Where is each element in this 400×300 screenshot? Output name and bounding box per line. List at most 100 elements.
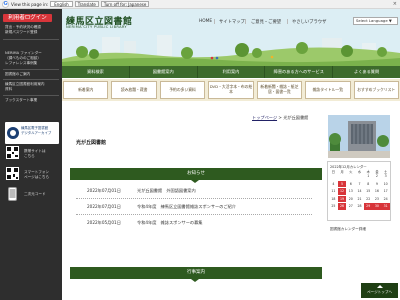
mobile-qr-code — [6, 146, 19, 159]
translate-bar: G View this page in: English Translate T… — [0, 0, 400, 9]
calendar-day: 3 — [384, 174, 387, 178]
util-link-easy-browser[interactable]: やさしいブラウザ — [292, 19, 326, 25]
qr-code-label: 二次元コード — [24, 192, 46, 196]
google-logo-icon: G — [2, 0, 9, 8]
sidebar-link-guide[interactable]: 図書館のご案内 — [5, 72, 59, 77]
calendar-grid: 1 2 3 4 5 6 7 8 9 10 11 12 13 14 15 16 17 18 19 20 21 22 23 24 2… — [329, 173, 390, 210]
nav2-dvd-large-print[interactable]: DVD・大活字本・布の絵本 — [208, 81, 254, 99]
header-landscape-image — [62, 31, 400, 66]
util-link-sitemap[interactable]: サイトマップ — [219, 19, 245, 25]
sidebar-divider — [3, 79, 59, 80]
nav2-recommended-list[interactable]: おすすめブックリスト — [353, 81, 399, 99]
calendar-day: 15 — [366, 189, 371, 193]
page-title: 光が丘図書館 — [76, 140, 107, 146]
secondary-nav: 新着案内 読み放題・蔵書 予約の多い資料 DVD・大活字本・布の絵本 新着新聞・… — [62, 79, 400, 101]
calendar-day: 8 — [367, 181, 370, 186]
calendar-day: 9 — [375, 181, 378, 186]
sidebar-link-reference[interactable]: レファレンス事例集 — [5, 61, 59, 66]
calendar-day: 2 — [375, 174, 378, 178]
sidebar-link-password[interactable]: 新規パスワード登録 — [5, 30, 59, 35]
translate-button[interactable]: Translate — [74, 1, 99, 7]
digital-archive-banner[interactable]: 練馬区電子図書館 デジタルアーカイブ — [5, 122, 59, 144]
nav-usage-guide[interactable]: 利用案内 — [198, 66, 266, 78]
login-button[interactable]: 利用者ログイン — [3, 14, 52, 22]
calendar-day: 21 — [357, 196, 362, 201]
sidebar-divider — [3, 39, 59, 40]
sidebar: 利用者ログイン 貸出・予約状況の確認 新規パスワード登録 NERIMA ファイン… — [0, 9, 62, 300]
breadcrumb-home[interactable]: トップページ — [252, 115, 277, 120]
smartphone-icon — [8, 187, 17, 201]
sidebar-divider — [3, 69, 59, 70]
calendar-day: 13 — [348, 189, 353, 193]
calendar-day: 18 — [331, 196, 336, 201]
calendar-detail-link[interactable]: 図書館カレンダー詳細 — [330, 227, 366, 232]
news-title[interactable]: 令和4年度 練馬区立図書館雑誌スポンサーのご紹介 — [137, 204, 236, 209]
news-date: 2022年07月01日 — [87, 188, 121, 193]
nav-library-guide[interactable]: 図書館案内 — [130, 66, 198, 78]
calendar-day: 1 — [367, 174, 370, 178]
util-divider — [214, 19, 215, 24]
calendar-day: 29 — [363, 203, 373, 210]
calendar-day: 19 — [337, 195, 347, 202]
nav-search[interactable]: 資料検索 — [62, 66, 130, 78]
util-divider — [287, 19, 288, 24]
util-link-feedback[interactable]: ご意見・ご要望 — [251, 19, 281, 25]
nav-accessibility-services[interactable]: 障害のある方へのサービス — [265, 66, 334, 78]
calendar-day: 26 — [337, 203, 347, 210]
news-item[interactable]: 2022年07月01日 令和4年度 練馬区立図書館雑誌スポンサーのご紹介 — [87, 204, 236, 210]
news-date: 2022年07月01日 — [87, 204, 121, 209]
calendar-day: 20 — [348, 196, 353, 201]
smartphone-here[interactable]: ページはこちら — [24, 175, 58, 180]
turn-off-button[interactable]: Turn off for: Japanese — [100, 1, 150, 7]
calendar-day: 14 — [357, 189, 362, 193]
notice-heading: お知らせ — [70, 168, 322, 183]
calendar-day: 31 — [381, 203, 390, 210]
breadcrumb-current: 光が丘図書館 — [283, 115, 309, 120]
calendar-day: 30 — [372, 203, 382, 210]
breadcrumb: トップページ > 光が丘図書館 — [252, 115, 308, 121]
sidebar-divider — [3, 95, 59, 96]
nav2-newspapers-magazines[interactable]: 新着新聞・雑誌・紙芝居・図書一覧 — [256, 81, 303, 99]
news-date: 2022年05月01日 — [87, 220, 121, 225]
mobile-site-here[interactable]: こちら — [24, 154, 58, 159]
close-icon[interactable]: × — [393, 1, 397, 7]
calendar-day: 27 — [348, 204, 353, 208]
sidebar-link-materials[interactable]: 資料 — [5, 87, 59, 92]
calendar-day: 6 — [349, 181, 352, 186]
translate-view-label: View this page in: — [11, 1, 49, 7]
news-item[interactable]: 2022年07月01日 光が丘図書館 外国語図書案内 — [87, 188, 196, 194]
events-heading: 行事案内 — [70, 267, 322, 282]
banner-archive-label: デジタルアーカイブ — [21, 130, 52, 135]
calendar-day: 23 — [374, 196, 379, 201]
news-divider — [76, 214, 312, 215]
util-link-home[interactable]: HOME — [199, 19, 212, 24]
language-select[interactable]: Select Language ▼ — [353, 17, 398, 25]
calendar-day: 10 — [383, 181, 388, 186]
nav2-most-reserved[interactable]: 予約の多い資料 — [159, 81, 206, 99]
nav-faq[interactable]: よくある質問 — [333, 66, 400, 78]
translate-language-select[interactable]: English — [50, 1, 73, 7]
nav2-new-arrivals[interactable]: 新着案内 — [63, 81, 109, 99]
news-item[interactable]: 2022年05月01日 令和4年度 雑誌スポンサーの募集 — [87, 220, 202, 226]
nav2-popular-books[interactable]: 読み放題・蔵書 — [111, 81, 157, 99]
calendar-day: 11 — [331, 189, 336, 193]
news-title[interactable]: 光が丘図書館 外国語図書案内 — [137, 188, 196, 193]
primary-nav: 資料検索 図書館案内 利用案内 障害のある方へのサービス よくある質問 — [62, 66, 400, 78]
calendar-day: 24 — [383, 196, 388, 201]
news-divider — [76, 198, 312, 199]
news-title[interactable]: 令和4年度 雑誌スポンサーの募集 — [137, 220, 202, 225]
site-header: 練馬区立図書館 NERIMA CITY PUBLIC LIBRARY HOME … — [62, 9, 400, 66]
nav2-magazine-titles[interactable]: 雑誌タイトル一覧 — [305, 81, 351, 99]
calendar-day: 5 — [337, 180, 347, 187]
calendar-day: 25 — [331, 204, 336, 208]
calendar-day: 4 — [332, 181, 335, 186]
calendar-day: 12 — [337, 188, 347, 195]
calendar-day: 7 — [358, 181, 361, 186]
calendar-day: 16 — [374, 189, 379, 193]
library-building-photo — [328, 115, 390, 158]
site-subtitle: NERIMA CITY PUBLIC LIBRARY — [66, 25, 127, 29]
sidebar-link-bookstart[interactable]: ブックスタート事業 — [5, 98, 59, 103]
util-divider — [245, 19, 246, 24]
calendar-day: 17 — [383, 189, 388, 193]
back-to-top-button[interactable]: ページトップへ — [361, 283, 398, 298]
